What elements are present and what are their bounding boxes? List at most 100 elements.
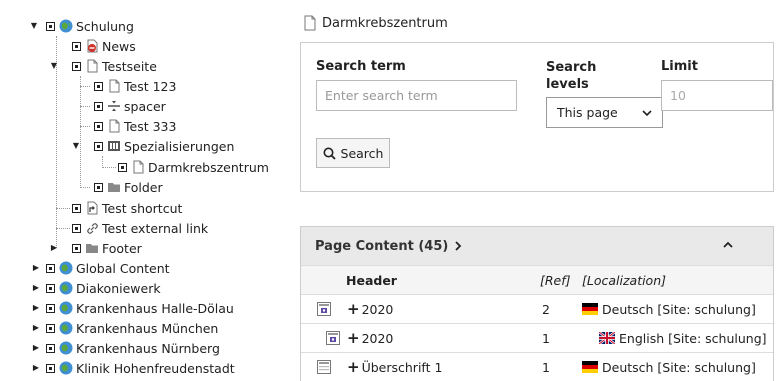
tree-item-test-333[interactable]: Test 333: [94, 116, 176, 136]
record-title[interactable]: + 2020: [347, 324, 393, 352]
table-row[interactable]: + 2020 1 English [Site: schulung]: [301, 323, 773, 352]
context-menu-icon[interactable]: [94, 121, 103, 131]
tree-item-testseite[interactable]: ▼ Testseite: [50, 56, 157, 76]
breadcrumb: Darmkrebszentrum: [302, 15, 448, 31]
context-menu-icon[interactable]: [72, 243, 81, 253]
record-ref: 2: [542, 301, 550, 317]
tree-item-label: Folder: [124, 179, 163, 195]
tree-item-global-content[interactable]: ▶ Global Content: [32, 258, 170, 278]
expand-icon[interactable]: ▶: [32, 358, 40, 378]
tree-item-krankenhaus-muenchen[interactable]: ▶ Krankenhaus München: [32, 318, 218, 338]
search-levels-select[interactable]: This page: [546, 97, 663, 128]
globe-icon: [59, 361, 73, 375]
tree-item-test-shortcut[interactable]: Test shortcut: [72, 198, 182, 218]
content-type-icon: [326, 324, 340, 352]
tree-guide-line: [102, 167, 116, 168]
record-localization: English [Site: schulung]: [598, 324, 767, 352]
table-row[interactable]: + 2020 2 Deutsch [Site: schulung]: [301, 294, 773, 323]
context-menu-icon[interactable]: [46, 343, 55, 353]
localization-text: English [Site: schulung]: [619, 330, 767, 346]
page-icon: [131, 160, 145, 174]
context-menu-icon[interactable]: [72, 223, 81, 233]
search-term-label: Search term: [316, 59, 406, 74]
record-header-text: Überschrift 1: [361, 359, 443, 375]
context-menu-icon[interactable]: [94, 182, 103, 192]
column-header-localization[interactable]: [Localization]: [582, 266, 666, 294]
tree-item-label: Krankenhaus München: [76, 320, 219, 336]
expand-icon[interactable]: ▶: [50, 238, 58, 258]
record-localization: Deutsch [Site: schulung]: [582, 295, 756, 323]
context-menu-icon[interactable]: [46, 363, 55, 373]
tree-item-label: Global Content: [76, 260, 170, 276]
tree-item-folder[interactable]: Folder: [94, 177, 163, 197]
expand-icon[interactable]: ▶: [32, 258, 40, 278]
context-menu-icon[interactable]: [46, 283, 55, 293]
record-header-text: 2020: [361, 301, 394, 317]
column-header-ref[interactable]: [Ref]: [540, 266, 571, 294]
chevron-down-icon: [642, 105, 652, 120]
tree-guide-line: [56, 208, 70, 209]
context-menu-icon[interactable]: [46, 303, 55, 313]
tree-item-krankenhaus-halle-doelau[interactable]: ▶ Krankenhaus Halle-Dölau: [32, 298, 234, 318]
tree-item-spezialisierungen[interactable]: ▼ Spezialisierungen: [72, 136, 235, 156]
shortcut-icon: [85, 201, 99, 215]
context-menu-icon[interactable]: [46, 263, 55, 273]
tree-item-test-external-link[interactable]: Test external link: [72, 218, 208, 238]
page-content-header[interactable]: Page Content (45): [301, 227, 773, 265]
page-icon: [107, 79, 121, 93]
expand-icon[interactable]: ▶: [32, 278, 40, 298]
collapse-icon[interactable]: ▼: [72, 136, 80, 156]
context-menu-icon[interactable]: [72, 41, 81, 51]
link-icon: [85, 221, 99, 235]
tree-item-klinik-hohenfreudenstadt[interactable]: ▶ Klinik Hohenfreudenstadt: [32, 358, 235, 378]
limit-input[interactable]: 10: [661, 80, 773, 111]
globe-icon: [59, 261, 73, 275]
tree-item-schulung[interactable]: ▼ Schulung: [30, 16, 134, 36]
globe-icon: [59, 301, 73, 315]
localization-text: Deutsch [Site: schulung]: [602, 359, 756, 375]
context-menu-icon[interactable]: [46, 21, 55, 31]
tree-item-footer[interactable]: ▶ Footer: [50, 238, 142, 258]
page-content-title: Page Content (45): [315, 238, 449, 254]
page-icon: [302, 15, 318, 31]
tree-item-spacer[interactable]: spacer: [94, 96, 166, 116]
tree-item-news[interactable]: News: [72, 36, 136, 56]
search-input[interactable]: Enter search term: [316, 80, 517, 111]
context-menu-icon[interactable]: [94, 81, 103, 91]
tree-item-diakoniewerk[interactable]: ▶ Diakoniewerk: [32, 278, 161, 298]
record-ref: 1: [542, 359, 550, 375]
context-menu-icon[interactable]: [46, 323, 55, 333]
tree-item-label: Test shortcut: [102, 200, 183, 216]
column-header-header[interactable]: Header: [346, 266, 397, 294]
tree-item-krankenhaus-nuernberg[interactable]: ▶ Krankenhaus Nürnberg: [32, 338, 220, 358]
page-icon: [85, 59, 99, 73]
flag-de-icon: [582, 361, 598, 373]
context-menu-icon[interactable]: [118, 162, 127, 172]
record-header-text: 2020: [361, 330, 394, 346]
context-menu-icon[interactable]: [94, 141, 103, 151]
tree-item-label: Test 333: [124, 118, 177, 134]
search-button[interactable]: Search: [316, 138, 390, 168]
chevron-up-icon[interactable]: [723, 241, 733, 249]
collapse-icon[interactable]: ▼: [50, 56, 58, 76]
expand-icon[interactable]: ▶: [32, 338, 40, 358]
tree-item-test-123[interactable]: Test 123: [94, 76, 176, 96]
context-menu-icon[interactable]: [72, 203, 81, 213]
tree-item-label: spacer: [124, 98, 166, 114]
tree-item-label: Krankenhaus Nürnberg: [76, 340, 220, 356]
tree-item-label: Spezialisierungen: [124, 138, 235, 154]
search-button-label: Search: [340, 145, 384, 161]
collapse-icon[interactable]: ▼: [30, 16, 38, 36]
record-title[interactable]: + 2020: [347, 295, 393, 323]
context-menu-icon[interactable]: [72, 61, 81, 71]
tree-item-darmkrebszentrum[interactable]: Darmkrebszentrum: [118, 157, 269, 177]
content-type-icon: [317, 295, 331, 323]
context-menu-icon[interactable]: [94, 101, 103, 111]
record-title[interactable]: + Überschrift 1: [347, 353, 442, 381]
tree-guide-line: [80, 187, 90, 188]
tree-item-label: News: [102, 38, 136, 54]
expand-icon[interactable]: ▶: [32, 298, 40, 318]
expand-icon[interactable]: ▶: [32, 318, 40, 338]
table-row[interactable]: + Überschrift 1 1 Deutsch [Site: schulun…: [301, 352, 773, 381]
tree-item-label: Footer: [102, 240, 142, 256]
